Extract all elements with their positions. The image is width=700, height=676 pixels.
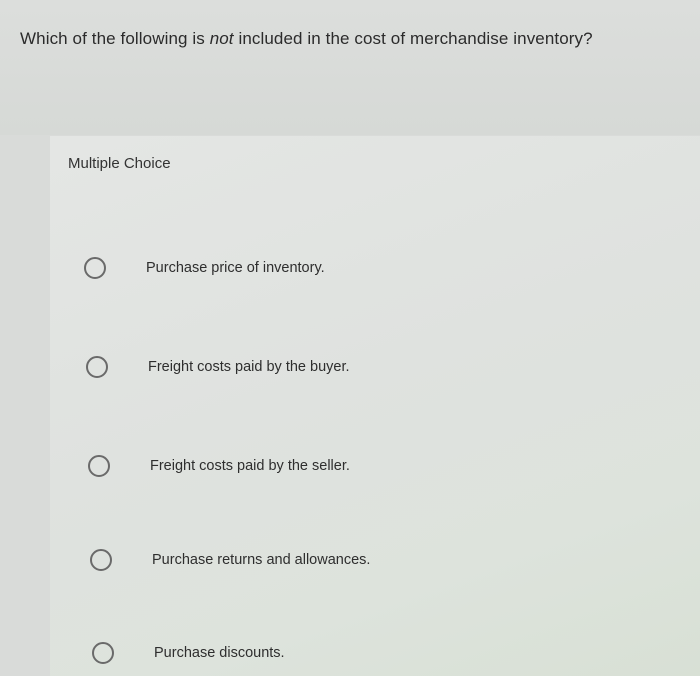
question-text-after: included in the cost of merchandise inve… [233,29,593,48]
question-emphasis: not [209,29,234,48]
option-label: Purchase returns and allowances. [152,552,371,568]
question-text-before: Which of the following is [20,29,210,48]
choice-panel [50,136,700,676]
multiple-choice-label: Multiple Choice [68,155,171,172]
option-1[interactable]: Purchase price of inventory. [84,248,325,288]
option-label: Purchase price of inventory. [146,260,325,276]
radio-button-icon[interactable] [86,356,108,378]
option-3[interactable]: Freight costs paid by the seller. [88,446,350,486]
radio-button-icon[interactable] [92,642,114,664]
radio-button-icon[interactable] [84,257,106,279]
option-5[interactable]: Purchase discounts. [92,633,285,673]
option-label: Freight costs paid by the buyer. [148,359,350,375]
radio-button-icon[interactable] [90,549,112,571]
option-label: Freight costs paid by the seller. [150,458,350,474]
radio-button-icon[interactable] [88,455,110,477]
option-2[interactable]: Freight costs paid by the buyer. [86,347,350,387]
question-prompt: Which of the following is not included i… [20,29,593,49]
option-label: Purchase discounts. [154,645,285,661]
question-area: Which of the following is not included i… [0,0,700,135]
option-4[interactable]: Purchase returns and allowances. [90,540,370,580]
